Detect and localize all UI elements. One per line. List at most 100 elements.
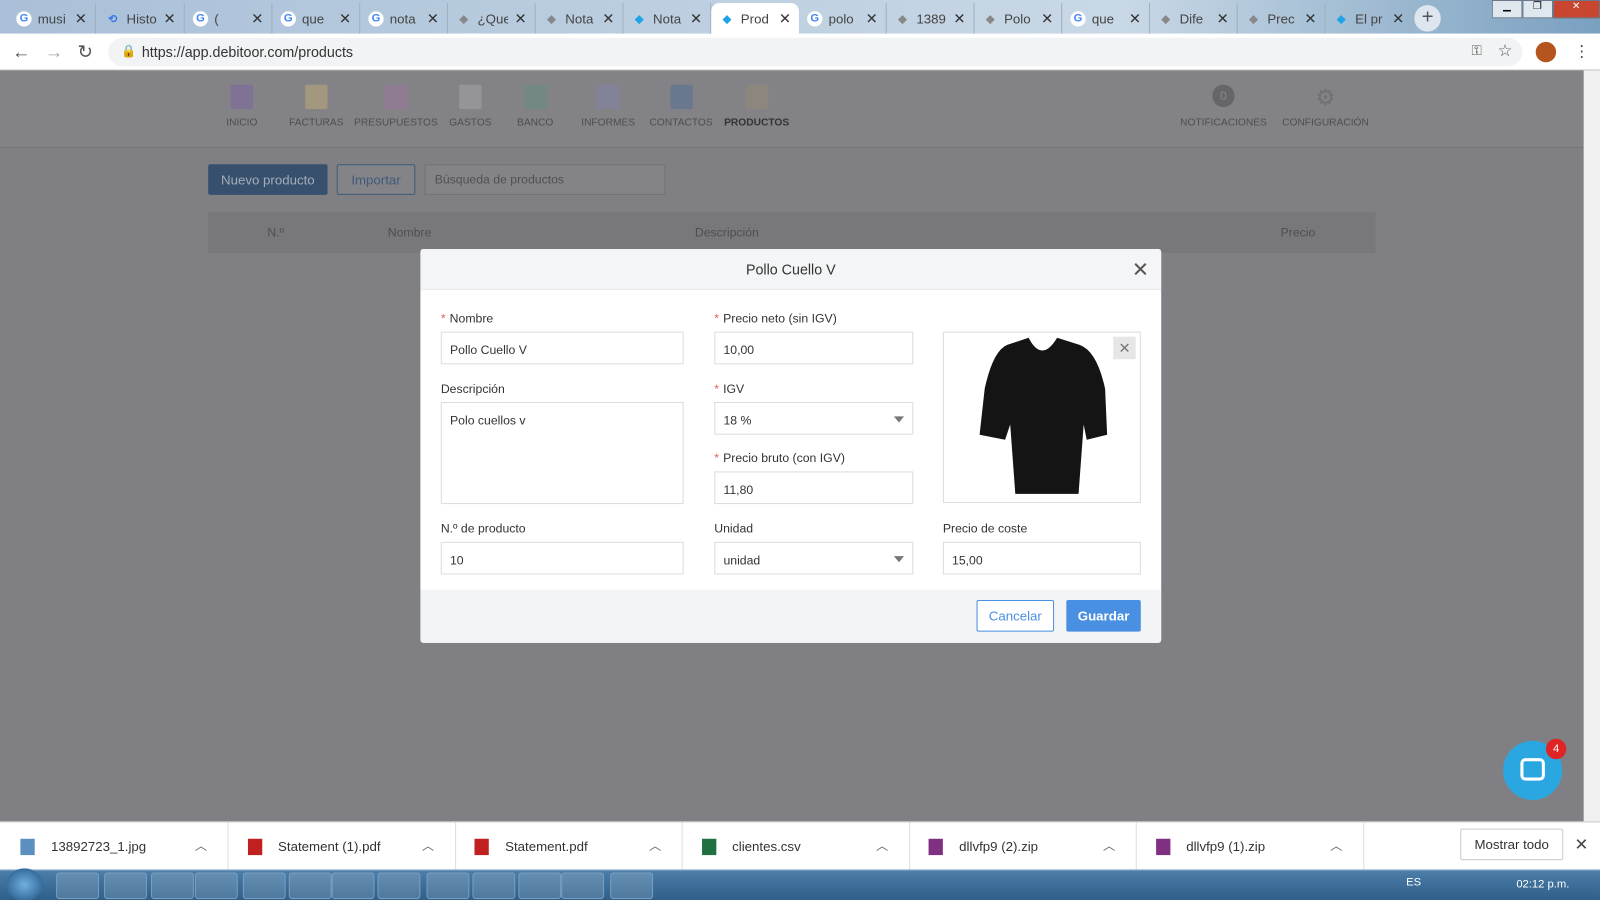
- descripcion-textarea[interactable]: Polo cuellos v: [440, 402, 684, 505]
- chevron-up-icon[interactable]: ︿: [649, 837, 661, 854]
- column-number[interactable]: N.º: [267, 226, 284, 240]
- save-button[interactable]: Guardar: [1066, 599, 1141, 632]
- new-tab-button[interactable]: +: [1414, 5, 1441, 32]
- precio-neto-input[interactable]: 10,00: [714, 331, 914, 365]
- browser-tab[interactable]: ◆ Nota ✕: [623, 3, 712, 34]
- tab-close-icon[interactable]: ✕: [690, 10, 702, 27]
- nav-productos[interactable]: PRODUCTOS: [722, 84, 790, 129]
- tab-close-icon[interactable]: ✕: [866, 10, 878, 27]
- browser-tab[interactable]: Gnota ✕: [360, 3, 448, 34]
- taskbar-app-button[interactable]: [331, 872, 375, 899]
- key-icon[interactable]: ⚿: [1472, 43, 1482, 59]
- tab-close-icon[interactable]: ✕: [164, 10, 176, 27]
- taskbar-app-button[interactable]: [561, 872, 605, 899]
- column-description[interactable]: Descripción: [695, 226, 759, 240]
- nav-banco[interactable]: BANCO: [515, 84, 555, 129]
- download-item[interactable]: dllvfp9 (1).zip ︿: [1137, 822, 1364, 871]
- browser-tab[interactable]: ◆ Prec ✕: [1238, 3, 1326, 34]
- tab-close-icon[interactable]: ✕: [1304, 10, 1316, 27]
- browser-tab[interactable]: Gpolo ✕: [799, 3, 887, 34]
- tab-close-icon[interactable]: ✕: [779, 10, 791, 27]
- nav-gastos[interactable]: GASTOS: [447, 84, 494, 129]
- download-item[interactable]: clientes.csv ︿: [683, 822, 910, 871]
- browser-tab[interactable]: G (✕: [185, 3, 273, 34]
- address-bar[interactable]: 🔒 https://app.debitoor.com/products ⚿ ☆: [108, 37, 1523, 67]
- taskbar-app-button[interactable]: [610, 872, 654, 899]
- reload-icon[interactable]: ↻: [78, 42, 93, 63]
- back-icon[interactable]: ←: [12, 42, 30, 63]
- taskbar-app-button[interactable]: [104, 872, 147, 899]
- nav-informes[interactable]: INFORMES: [578, 84, 639, 129]
- window-close-button[interactable]: ✕: [1552, 0, 1600, 19]
- import-button[interactable]: Importar: [336, 164, 416, 195]
- close-icon[interactable]: ✕: [1132, 257, 1149, 283]
- show-all-downloads-button[interactable]: Mostrar todo: [1460, 828, 1564, 861]
- nav-settings[interactable]: ⚙ CONFIGURACIÓN: [1282, 85, 1370, 129]
- tab-close-icon[interactable]: ✕: [251, 10, 263, 27]
- taskbar-app-button[interactable]: [56, 872, 99, 899]
- nav-facturas[interactable]: FACTURAS: [286, 84, 347, 129]
- scrollbar[interactable]: [1583, 70, 1600, 822]
- taskbar-app-button[interactable]: [151, 872, 194, 899]
- column-name[interactable]: Nombre: [388, 226, 432, 240]
- browser-tab[interactable]: ◆ Prod ✕: [711, 3, 799, 34]
- tab-close-icon[interactable]: ✕: [339, 10, 351, 27]
- new-product-button[interactable]: Nuevo producto: [208, 164, 328, 195]
- column-price[interactable]: Precio: [1281, 226, 1316, 240]
- nav-inicio[interactable]: INICIO: [218, 84, 265, 129]
- taskbar-app-button[interactable]: [426, 872, 470, 899]
- language-indicator[interactable]: ES: [1406, 877, 1421, 889]
- chevron-up-icon[interactable]: ︿: [422, 837, 434, 854]
- browser-tab[interactable]: Gque ✕: [1062, 3, 1150, 34]
- igv-select[interactable]: 18 %: [714, 402, 914, 435]
- nombre-input[interactable]: Pollo Cuello V: [440, 331, 684, 365]
- precio-bruto-input[interactable]: 11,80: [714, 471, 914, 505]
- browser-tab[interactable]: ◆ 1389 ✕: [887, 3, 975, 34]
- maximize-button[interactable]: ❐: [1522, 0, 1553, 19]
- star-icon[interactable]: ☆: [1498, 41, 1513, 61]
- tab-close-icon[interactable]: ✕: [1392, 10, 1404, 27]
- taskbar-app-button[interactable]: [242, 872, 286, 899]
- taskbar-app-button[interactable]: [472, 872, 516, 899]
- forward-icon[interactable]: →: [45, 42, 63, 63]
- product-search-input[interactable]: [424, 164, 666, 195]
- taskbar-app-button[interactable]: [288, 872, 332, 899]
- browser-tab[interactable]: ◆ Dife ✕: [1150, 3, 1238, 34]
- tab-close-icon[interactable]: ✕: [1129, 10, 1141, 27]
- unidad-select[interactable]: unidad: [714, 541, 914, 575]
- browser-tab[interactable]: Gmusi ✕: [8, 3, 96, 34]
- chat-button[interactable]: 4: [1503, 738, 1567, 800]
- browser-tab[interactable]: Gque ✕: [272, 3, 361, 34]
- download-item[interactable]: 13892723_1.jpg ︿: [2, 822, 229, 871]
- taskbar-app-button[interactable]: [377, 872, 421, 899]
- nav-presupuestos[interactable]: PRESUPUESTOS: [351, 84, 441, 129]
- chevron-up-icon[interactable]: ︿: [876, 837, 888, 854]
- clock[interactable]: 02:12 p.m.: [1516, 879, 1569, 891]
- profile-avatar[interactable]: [1535, 41, 1557, 63]
- chevron-up-icon[interactable]: ︿: [1330, 837, 1342, 854]
- browser-tab[interactable]: ◆ Polo ✕: [974, 3, 1063, 34]
- remove-image-button[interactable]: ✕: [1113, 336, 1136, 360]
- numero-input[interactable]: 10: [440, 541, 684, 575]
- chevron-up-icon[interactable]: ︿: [195, 837, 207, 854]
- tab-close-icon[interactable]: ✕: [427, 10, 439, 27]
- taskbar-app-button[interactable]: [194, 872, 238, 899]
- tab-close-icon[interactable]: ✕: [602, 10, 614, 27]
- tab-close-icon[interactable]: ✕: [1041, 10, 1053, 27]
- tab-close-icon[interactable]: ✕: [75, 10, 87, 27]
- tab-close-icon[interactable]: ✕: [953, 10, 965, 27]
- menu-icon[interactable]: ⋮: [1573, 42, 1589, 62]
- download-item[interactable]: dllvfp9 (2).zip ︿: [910, 822, 1137, 871]
- download-item[interactable]: Statement (1).pdf ︿: [229, 822, 456, 871]
- minimize-button[interactable]: ▁: [1491, 0, 1523, 19]
- browser-tab[interactable]: ◆ Nota ✕: [536, 3, 624, 34]
- start-button[interactable]: [6, 868, 43, 900]
- browser-tab[interactable]: ◆ ¿Que ✕: [448, 3, 536, 34]
- nav-contactos[interactable]: CONTACTOS: [647, 84, 715, 129]
- nav-notifications[interactable]: 0 NOTIFICACIONES: [1180, 84, 1268, 129]
- download-item[interactable]: Statement.pdf ︿: [456, 822, 683, 871]
- product-image[interactable]: ✕: [942, 331, 1141, 504]
- browser-tab[interactable]: ◆ El pr ✕: [1325, 3, 1414, 34]
- browser-tab[interactable]: ⟲ Histo ✕: [97, 3, 185, 34]
- tab-close-icon[interactable]: ✕: [1217, 10, 1229, 27]
